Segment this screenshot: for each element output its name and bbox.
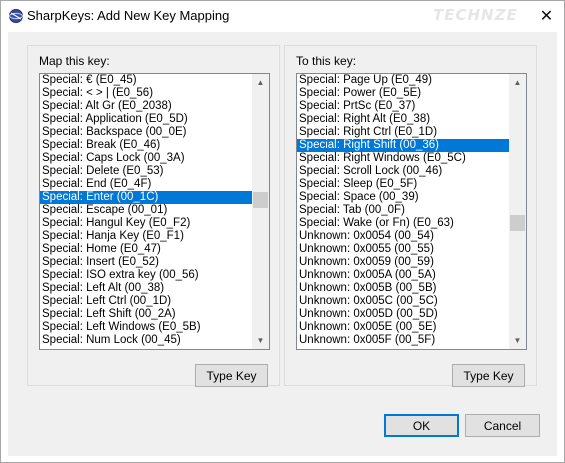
- list-item[interactable]: Special: Num Lock (00_45): [40, 334, 252, 347]
- list-item[interactable]: Unknown: 0x0059 (00_59): [297, 256, 509, 269]
- list-item[interactable]: Unknown: 0x005A (00_5A): [297, 269, 509, 282]
- title-bar[interactable]: SharpKeys: Add New Key Mapping TECHNZE ✕: [1, 1, 564, 31]
- list-item[interactable]: Special: Backspace (00_0E): [40, 126, 252, 139]
- sharpkeys-app-icon: [9, 9, 23, 23]
- list-item[interactable]: Special: Insert (E0_52): [40, 256, 252, 269]
- list-item[interactable]: Special: Power (E0_5E): [297, 87, 509, 100]
- list-item[interactable]: Special: PrtSc (E0_37): [297, 100, 509, 113]
- scroll-down-icon[interactable]: ▼: [509, 332, 526, 349]
- list-item[interactable]: Special: € (E0_45): [40, 74, 252, 87]
- source-key-items: Special: € (E0_45) Special: < > | (E0_56)…: [40, 74, 252, 347]
- scroll-up-icon[interactable]: ▲: [252, 74, 269, 91]
- list-item[interactable]: Special: Delete (E0_53): [40, 165, 252, 178]
- list-item-selected[interactable]: Special: Right Shift (00_36): [297, 139, 509, 152]
- source-key-label: Map this key:: [39, 54, 110, 68]
- list-item[interactable]: Unknown: 0x005D (00_5D): [297, 308, 509, 321]
- close-button[interactable]: ✕: [529, 1, 564, 31]
- source-type-key-button[interactable]: Type Key: [195, 364, 268, 387]
- list-item[interactable]: Special: Sleep (E0_5F): [297, 178, 509, 191]
- target-key-items: Special: Page Up (E0_49) Special: Power (…: [297, 74, 509, 347]
- list-item[interactable]: Special: Left Windows (E0_5B): [40, 321, 252, 334]
- list-item[interactable]: Special: Right Alt (E0_38): [297, 113, 509, 126]
- scroll-thumb[interactable]: [253, 192, 268, 208]
- source-list-scrollbar[interactable]: ▲ ▼: [252, 74, 269, 349]
- dialog-client-area: Map this key: Special: € (E0_45) Special:…: [8, 32, 557, 456]
- scroll-up-icon[interactable]: ▲: [509, 74, 526, 91]
- source-key-list[interactable]: Special: € (E0_45) Special: < > | (E0_56)…: [39, 73, 270, 350]
- list-item[interactable]: Special: Right Windows (E0_5C): [297, 152, 509, 165]
- list-item[interactable]: Special: Hanja Key (E0_F1): [40, 230, 252, 243]
- list-item[interactable]: Special: Tab (00_0F): [297, 204, 509, 217]
- list-item[interactable]: Unknown: 0x005F (00_5F): [297, 334, 509, 347]
- list-item[interactable]: Special: Space (00_39): [297, 191, 509, 204]
- window-title: SharpKeys: Add New Key Mapping: [27, 8, 230, 23]
- close-icon: ✕: [539, 8, 554, 25]
- list-item[interactable]: Special: Scroll Lock (00_46): [297, 165, 509, 178]
- target-key-label: To this key:: [296, 54, 357, 68]
- list-item[interactable]: Unknown: 0x005C (00_5C): [297, 295, 509, 308]
- watermark-text: TECHNZE: [433, 6, 518, 24]
- list-item[interactable]: Special: ISO extra key (00_56): [40, 269, 252, 282]
- list-item[interactable]: Unknown: 0x005B (00_5B): [297, 282, 509, 295]
- target-type-key-button[interactable]: Type Key: [452, 364, 525, 387]
- ok-button[interactable]: OK: [384, 414, 459, 437]
- list-item[interactable]: Special: Hangul Key (E0_F2): [40, 217, 252, 230]
- list-item[interactable]: Special: Left Shift (00_2A): [40, 308, 252, 321]
- scroll-down-icon[interactable]: ▼: [252, 332, 269, 349]
- target-list-scrollbar[interactable]: ▲ ▼: [509, 74, 526, 349]
- list-item[interactable]: Special: Right Ctrl (E0_1D): [297, 126, 509, 139]
- list-item[interactable]: Special: Alt Gr (E0_2038): [40, 100, 252, 113]
- list-item[interactable]: Special: Home (E0_47): [40, 243, 252, 256]
- list-item[interactable]: Special: Left Ctrl (00_1D): [40, 295, 252, 308]
- list-item-selected[interactable]: Special: Enter (00_1C): [40, 191, 252, 204]
- list-item[interactable]: Special: < > | (E0_56): [40, 87, 252, 100]
- list-item[interactable]: Special: Caps Lock (00_3A): [40, 152, 252, 165]
- target-key-list[interactable]: Special: Page Up (E0_49) Special: Power (…: [296, 73, 527, 350]
- list-item[interactable]: Special: End (E0_4F): [40, 178, 252, 191]
- scroll-thumb[interactable]: [510, 215, 525, 231]
- list-item[interactable]: Special: Page Up (E0_49): [297, 74, 509, 87]
- list-item[interactable]: Special: Break (E0_46): [40, 139, 252, 152]
- cancel-button[interactable]: Cancel: [465, 414, 540, 437]
- list-item[interactable]: Special: Left Alt (00_38): [40, 282, 252, 295]
- list-item[interactable]: Unknown: 0x005E (00_5E): [297, 321, 509, 334]
- list-item[interactable]: Unknown: 0x0054 (00_54): [297, 230, 509, 243]
- list-item[interactable]: Special: Wake (or Fn) (E0_63): [297, 217, 509, 230]
- list-item[interactable]: Unknown: 0x0055 (00_55): [297, 243, 509, 256]
- dialog-window: SharpKeys: Add New Key Mapping TECHNZE ✕…: [0, 0, 565, 463]
- list-item[interactable]: Special: Escape (00_01): [40, 204, 252, 217]
- list-item[interactable]: Special: Application (E0_5D): [40, 113, 252, 126]
